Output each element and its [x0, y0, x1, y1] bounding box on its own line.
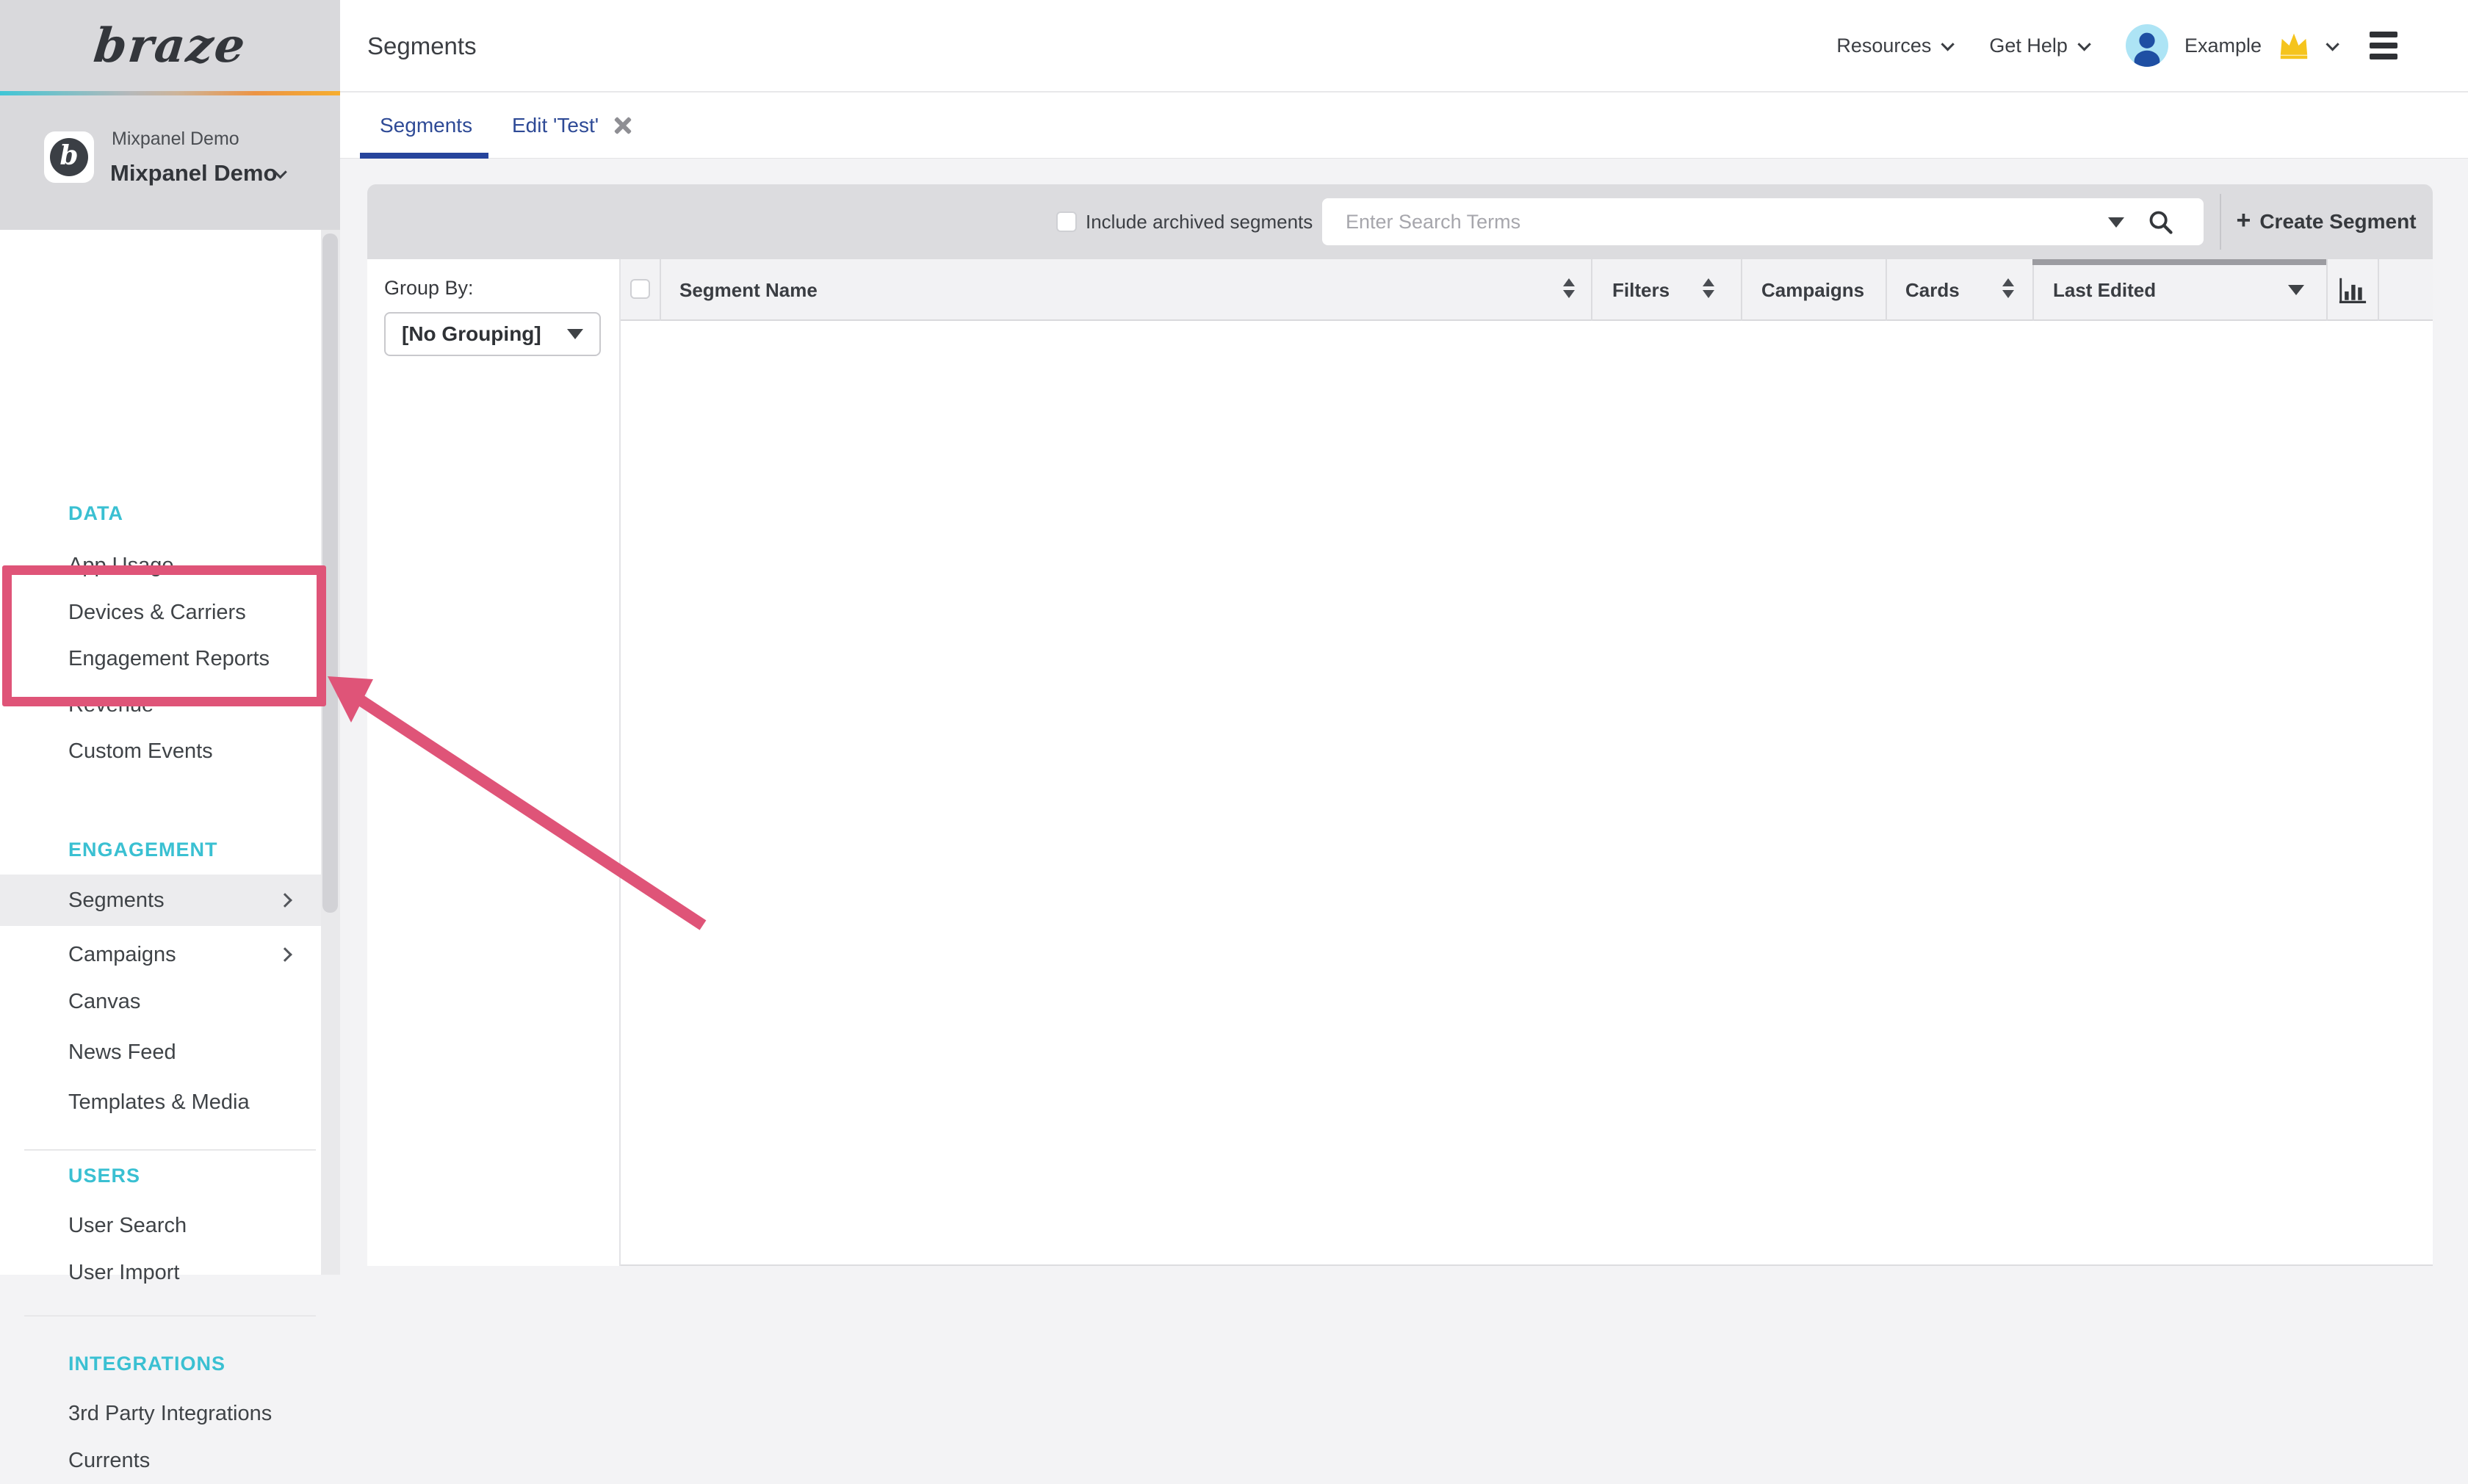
tab-bar: Segments Edit 'Test' [340, 93, 2468, 159]
workspace-selector[interactable]: b Mixpanel Demo Mixpanel Demo [0, 95, 340, 230]
sidebar-item-app-usage[interactable]: App Usage [0, 542, 321, 589]
sort-desc-icon[interactable] [2288, 285, 2304, 295]
sidebar-section-integrations: INTEGRATIONS [68, 1353, 225, 1375]
column-filters[interactable]: Filters [1612, 259, 1670, 321]
column-divider [1741, 259, 1742, 321]
sort-icon[interactable] [1703, 278, 1714, 298]
sidebar-item-canvas[interactable]: Canvas [0, 978, 321, 1025]
search-box [1322, 198, 2204, 245]
active-tab-underline [360, 153, 488, 159]
include-archived-label: Include archived segments [1086, 184, 1313, 259]
column-divider [2378, 259, 2379, 321]
sidebar-divider [24, 1149, 316, 1151]
chevron-right-icon [278, 893, 292, 908]
segments-table-body [621, 321, 2433, 1266]
sidebar-brand-header: braze [0, 0, 340, 91]
column-divider [660, 259, 661, 321]
sidebar-scrollbar-thumb[interactable] [322, 234, 338, 913]
get-help-menu[interactable]: Get Help [1989, 35, 2088, 57]
sidebar-item-user-import[interactable]: User Import [0, 1249, 321, 1296]
sidebar-item-currents[interactable]: Currents [0, 1437, 321, 1484]
sidebar-section-data: DATA [68, 502, 123, 525]
select-caret-icon [567, 329, 583, 339]
crown-icon [2278, 31, 2310, 60]
braze-logo: braze [91, 18, 249, 73]
sidebar-section-users: USERS [68, 1165, 140, 1187]
menu-icon[interactable] [2370, 32, 2397, 59]
column-divider [2032, 259, 2034, 321]
page-title: Segments [367, 32, 477, 60]
user-avatar-icon[interactable] [2126, 24, 2168, 67]
sidebar-item-custom-events[interactable]: Custom Events [0, 728, 321, 775]
tab-edit-test[interactable]: Edit 'Test' [512, 93, 632, 159]
plus-icon: + [2236, 208, 2251, 233]
sidebar-item-templates-media[interactable]: Templates & Media [0, 1079, 321, 1126]
sort-icon[interactable] [1563, 278, 1575, 298]
segments-toolbar: Include archived segments + Create Segme… [367, 184, 2433, 259]
include-archived-checkbox[interactable] [1056, 211, 1077, 232]
segments-table-header: Segment Name Filters Campaigns Cards Las… [621, 259, 2433, 321]
chevron-down-icon [1941, 37, 1955, 51]
column-cards[interactable]: Cards [1905, 259, 1960, 321]
sort-icon[interactable] [2002, 278, 2014, 298]
chevron-down-icon [2077, 37, 2090, 51]
sidebar-divider [24, 1315, 316, 1317]
sidebar-section-engagement: ENGAGEMENT [68, 839, 218, 861]
group-by-label: Group By: [384, 277, 474, 300]
resources-menu[interactable]: Resources [1836, 35, 1951, 57]
search-input[interactable] [1322, 198, 2204, 245]
workspace-app-icon: b [44, 131, 94, 183]
user-name[interactable]: Example [2184, 35, 2262, 57]
top-bar: Segments Resources Get Help Example [340, 0, 2468, 93]
sidebar-item-news-feed[interactable]: News Feed [0, 1029, 321, 1076]
sidebar-item-3rd-party-integrations[interactable]: 3rd Party Integrations [0, 1390, 321, 1437]
top-nav: Resources Get Help Example [1836, 0, 2397, 91]
sidebar-item-revenue[interactable]: Revenue [0, 681, 321, 728]
select-all-checkbox[interactable] [630, 279, 650, 299]
column-divider [1591, 259, 1592, 321]
braze-b-glyph: b [59, 142, 78, 169]
create-segment-button[interactable]: + Create Segment [2220, 184, 2433, 259]
bar-chart-icon[interactable] [2338, 277, 2367, 305]
workspace-name: Mixpanel Demo [110, 160, 277, 187]
column-campaigns[interactable]: Campaigns [1761, 259, 1864, 321]
close-icon[interactable] [613, 116, 632, 135]
tab-segments[interactable]: Segments [380, 93, 472, 159]
column-segment-name[interactable]: Segment Name [679, 259, 818, 321]
group-by-select[interactable]: [No Grouping] [384, 312, 601, 356]
sidebar-item-engagement-reports[interactable]: Engagement Reports [0, 635, 321, 682]
sidebar-item-campaigns[interactable]: Campaigns [0, 931, 321, 978]
chevron-down-icon[interactable] [2326, 37, 2339, 51]
workspace-eyebrow: Mixpanel Demo [112, 129, 239, 150]
sidebar-item-segments[interactable]: Segments [0, 875, 321, 926]
sidebar-item-devices-carriers[interactable]: Devices & Carriers [0, 589, 321, 636]
column-divider [2326, 259, 2328, 321]
search-icon[interactable] [2148, 209, 2174, 236]
group-by-panel: Group By: [No Grouping] [367, 259, 621, 1266]
sidebar: DATA App Usage Devices & Carriers Engage… [0, 230, 340, 1275]
chevron-right-icon [278, 947, 292, 962]
column-divider [1886, 259, 1887, 321]
column-last-edited[interactable]: Last Edited [2053, 259, 2156, 321]
sidebar-item-user-search[interactable]: User Search [0, 1202, 321, 1249]
search-dropdown-caret-icon[interactable] [2108, 217, 2124, 228]
